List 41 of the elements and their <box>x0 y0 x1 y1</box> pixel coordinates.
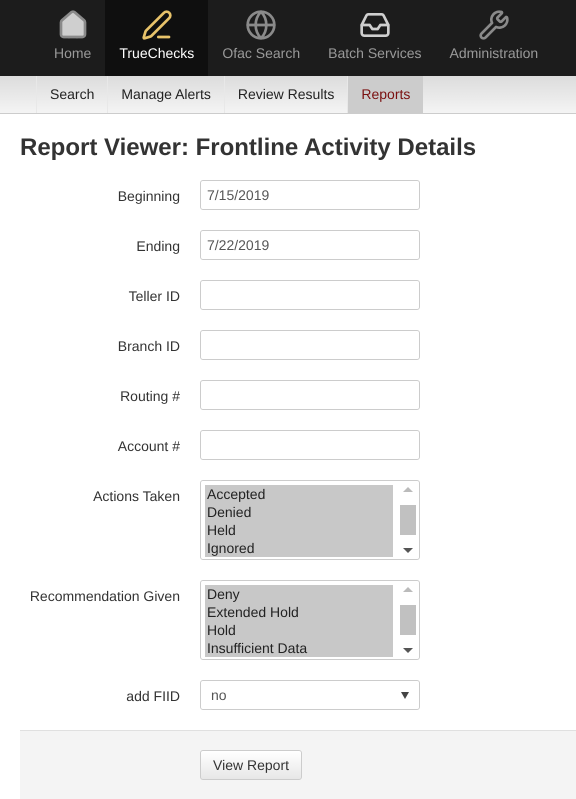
input-field[interactable] <box>200 430 420 460</box>
list-box[interactable]: Accepted Denied Held Ignored <box>200 480 420 560</box>
input-field[interactable] <box>200 280 420 310</box>
sub-nav-tab[interactable]: Search <box>36 76 108 113</box>
field-label: add FIID <box>125 687 180 706</box>
scroll-up-icon[interactable] <box>403 587 413 592</box>
nav-tab[interactable]: Ofac Search <box>208 0 314 76</box>
scroll-down-icon[interactable] <box>403 548 413 553</box>
list-box[interactable]: Deny Extended Hold Hold Insufficient Data <box>200 580 420 660</box>
input-field[interactable] <box>200 330 420 360</box>
nav-tab[interactable]: Administration <box>436 0 552 76</box>
scrollbar[interactable] <box>399 585 417 655</box>
sub-nav-tab[interactable]: Manage Alerts <box>107 76 224 113</box>
field-label: Teller ID <box>128 287 180 306</box>
nav-tab[interactable]: TrueChecks <box>105 0 208 76</box>
scroll-thumb[interactable] <box>400 605 416 635</box>
scroll-up-icon[interactable] <box>403 487 413 492</box>
nav-tab[interactable]: Batch Services <box>314 0 436 76</box>
view-report-button[interactable]: View Report <box>200 750 302 780</box>
input-field[interactable] <box>200 380 420 410</box>
dropdown[interactable]: no <box>200 680 420 710</box>
globe-icon <box>245 9 278 41</box>
tools-icon <box>478 9 510 41</box>
field-label: Branch ID <box>116 337 180 356</box>
pen-icon <box>140 9 173 41</box>
input-field[interactable]: 7/15/2019 <box>200 180 420 210</box>
scroll-down-icon[interactable] <box>403 648 413 653</box>
field-label: Routing # <box>119 387 180 406</box>
field-label: Actions Taken <box>92 487 180 506</box>
sub-nav-tab[interactable]: Reports <box>347 76 424 113</box>
home-icon <box>56 9 89 41</box>
field-label: Recommendation Given <box>28 587 180 606</box>
input-field[interactable]: 7/22/2019 <box>200 230 420 260</box>
field-label: Beginning <box>116 187 180 206</box>
page-title: Report Viewer: Frontline Activity Details <box>20 133 478 163</box>
field-label: Account # <box>116 437 180 456</box>
scroll-thumb[interactable] <box>400 505 416 535</box>
scrollbar[interactable] <box>399 485 417 555</box>
caret-icon <box>401 692 409 698</box>
field-label: Ending <box>135 237 180 256</box>
nav-tab[interactable]: Home <box>40 0 106 76</box>
